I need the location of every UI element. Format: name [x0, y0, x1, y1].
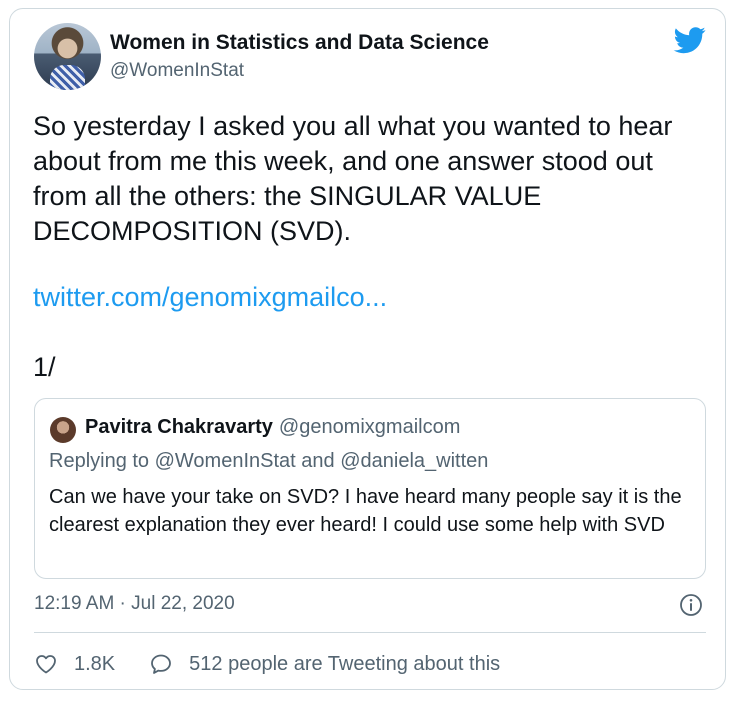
author-handle[interactable]: @WomenInStat: [110, 60, 244, 82]
quoted-text: Can we have your take on SVD? I have hea…: [49, 486, 682, 536]
like-button[interactable]: 1.8K: [34, 652, 115, 676]
quoted-author-name[interactable]: Pavitra Chakravarty: [85, 416, 273, 438]
quoted-header: Pavitra Chakravarty @genomixgmailcom: [85, 416, 460, 439]
tweet-body: So yesterday I asked you all what you wa…: [33, 109, 713, 249]
tweet-timestamp[interactable]: 12:19 AM · Jul 22, 2020: [34, 593, 235, 615]
info-icon[interactable]: [679, 593, 703, 617]
quoted-tweet[interactable]: Pavitra Chakravarty @genomixgmailcom Repl…: [34, 398, 706, 579]
tweet-paragraph: So yesterday I asked you all what you wa…: [33, 111, 673, 246]
speech-bubble-icon: [151, 654, 172, 674]
author-name[interactable]: Women in Statistics and Data Science: [110, 31, 489, 55]
twitter-bird-icon[interactable]: [672, 24, 708, 56]
replies-link[interactable]: 512 people are Tweeting about this: [149, 652, 500, 676]
tweet-actions: 1.8K 512 people are Tweeting about this: [34, 649, 500, 679]
tweet-link[interactable]: twitter.com/genomixgmailco...: [33, 280, 387, 315]
thread-marker: 1/: [33, 352, 56, 382]
heart-icon: [36, 655, 56, 674]
quoted-author-handle[interactable]: @genomixgmailcom: [279, 416, 460, 438]
tweet-card[interactable]: Women in Statistics and Data Science @Wo…: [9, 8, 726, 690]
quoted-avatar[interactable]: [50, 417, 76, 443]
replies-label: 512 people are Tweeting about this: [189, 652, 501, 675]
quoted-replying-to: Replying to @WomenInStat and @daniela_wi…: [49, 450, 489, 472]
author-avatar[interactable]: [34, 23, 101, 90]
divider: [34, 632, 706, 633]
like-count: 1.8K: [74, 652, 116, 675]
